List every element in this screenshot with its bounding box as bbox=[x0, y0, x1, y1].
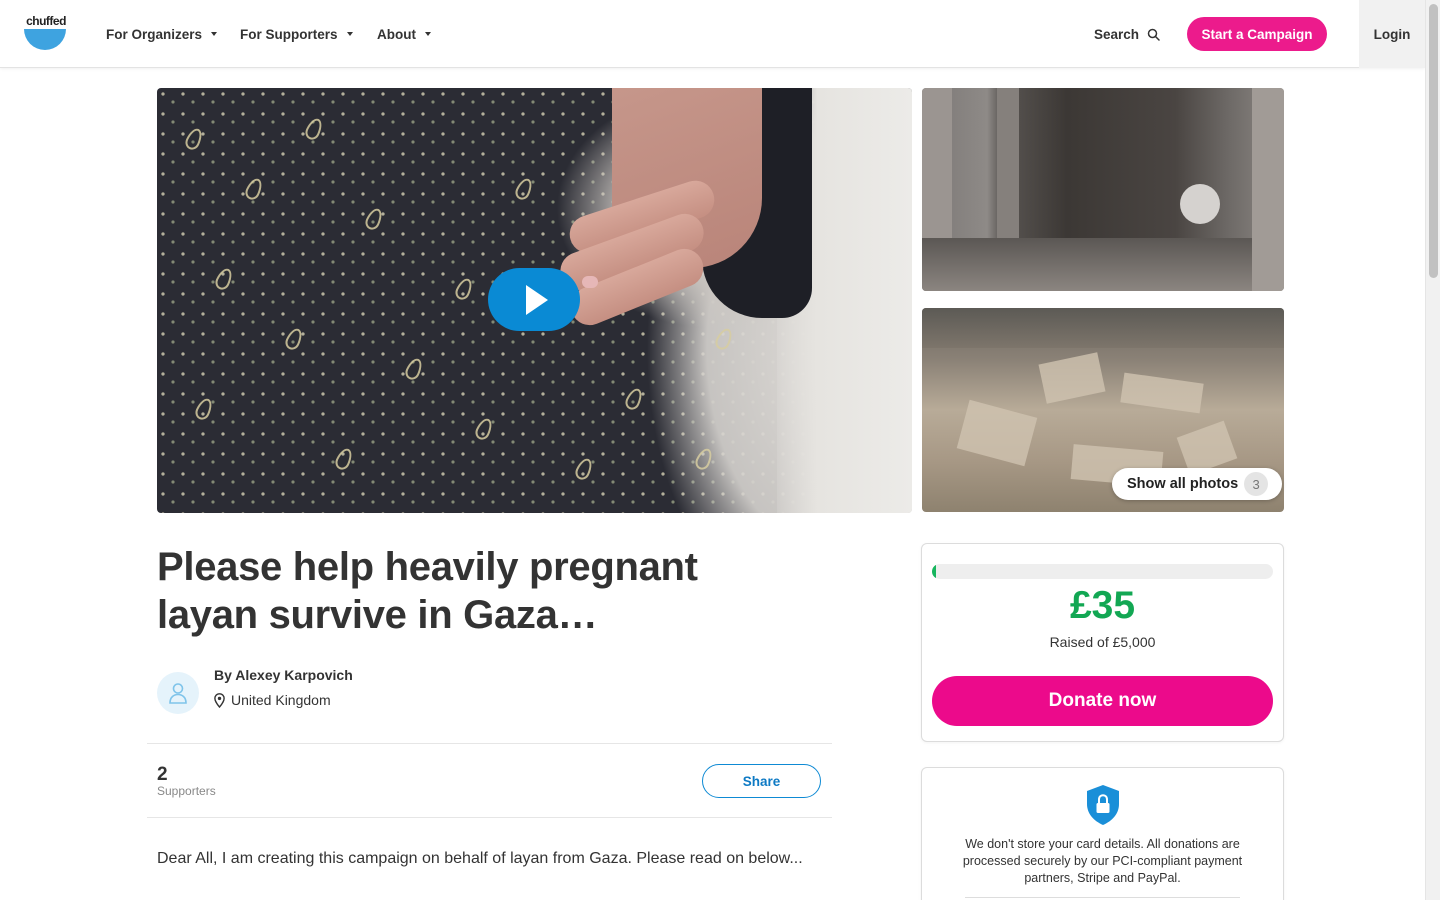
play-icon bbox=[526, 284, 548, 315]
play-video-button[interactable] bbox=[488, 268, 580, 331]
paisley-motif bbox=[453, 276, 475, 302]
nav-label: For Supporters bbox=[240, 26, 338, 42]
paisley-motif bbox=[333, 446, 355, 472]
paisley-motif bbox=[183, 126, 205, 152]
paisley-motif bbox=[473, 416, 495, 442]
security-card: We don't store your card details. All do… bbox=[921, 767, 1284, 900]
photo-count-badge: 3 bbox=[1244, 472, 1269, 496]
organizer-name[interactable]: By Alexey Karpovich bbox=[214, 667, 353, 683]
rubble-block bbox=[956, 399, 1038, 467]
supporters-count: 2 bbox=[157, 764, 168, 785]
search-label: Search bbox=[1094, 26, 1140, 42]
show-all-photos-button[interactable]: Show all photos 3 bbox=[1112, 468, 1283, 500]
organizer-avatar[interactable] bbox=[157, 672, 199, 714]
logo-bowl-icon bbox=[24, 29, 66, 50]
campaign-video-thumbnail[interactable] bbox=[157, 88, 912, 513]
satellite-dish bbox=[1180, 184, 1220, 224]
security-text: We don't store your card details. All do… bbox=[962, 837, 1243, 885]
amount-raised: £35 bbox=[1069, 584, 1136, 627]
paisley-motif bbox=[243, 176, 265, 202]
site-header: chuffed For Organizers For Supporters Ab… bbox=[0, 0, 1425, 68]
caret-down-icon bbox=[211, 32, 218, 36]
goal-text: Raised of £5,000 bbox=[1049, 634, 1156, 650]
hand-image bbox=[552, 88, 812, 388]
map-pin-icon bbox=[214, 692, 225, 708]
nav-for-organizers[interactable]: For Organizers bbox=[106, 0, 218, 68]
paisley-motif bbox=[403, 356, 425, 382]
gallery-photo-2[interactable] bbox=[922, 88, 1284, 291]
rubble-block bbox=[1038, 352, 1106, 404]
caret-down-icon bbox=[346, 32, 353, 36]
scrollbar-thumb[interactable] bbox=[1429, 4, 1438, 278]
nav-label: For Organizers bbox=[106, 26, 203, 42]
search-icon bbox=[1147, 28, 1160, 41]
debris bbox=[922, 238, 1284, 291]
progress-fill bbox=[932, 564, 937, 579]
paisley-motif bbox=[623, 386, 645, 412]
start-campaign-button[interactable]: Start a Campaign bbox=[1187, 17, 1327, 51]
paisley-motif bbox=[573, 456, 595, 482]
nav-label: About bbox=[377, 26, 416, 42]
divider bbox=[965, 897, 1240, 898]
logo-text: chuffed bbox=[26, 14, 66, 28]
campaign-description: Dear All, I am creating this campaign on… bbox=[157, 850, 803, 867]
show-all-label: Show all photos bbox=[1127, 476, 1239, 492]
collapsed-roof bbox=[922, 308, 1284, 348]
donate-now-button[interactable]: Donate now bbox=[932, 676, 1273, 726]
nav-for-supporters[interactable]: For Supporters bbox=[240, 0, 353, 68]
share-button[interactable]: Share bbox=[702, 764, 821, 798]
login-button[interactable]: Login bbox=[1359, 0, 1425, 68]
nav-about[interactable]: About bbox=[377, 0, 431, 68]
paisley-motif bbox=[213, 266, 235, 292]
paisley-motif bbox=[513, 176, 535, 202]
shield-lock-icon bbox=[1087, 785, 1119, 825]
user-icon bbox=[169, 683, 187, 704]
paisley-motif bbox=[193, 396, 215, 422]
page-scrollbar[interactable] bbox=[1425, 0, 1440, 900]
supporters-bar: 2 Supporters Share bbox=[147, 743, 832, 818]
paisley-motif bbox=[283, 326, 305, 352]
pillar bbox=[1252, 88, 1284, 291]
paisley-motif bbox=[693, 446, 715, 472]
paisley-motif bbox=[303, 116, 325, 142]
paisley-motif bbox=[363, 206, 385, 232]
fingernail bbox=[582, 276, 598, 288]
chuffed-logo[interactable]: chuffed bbox=[24, 14, 68, 54]
search-button[interactable]: Search bbox=[1094, 0, 1160, 68]
funding-progress-bar bbox=[932, 564, 1273, 579]
campaign-title: Please help heavily pregnant layan survi… bbox=[157, 545, 698, 637]
campaign-location: United Kingdom bbox=[214, 692, 331, 708]
rubble-block bbox=[1120, 372, 1204, 414]
caret-down-icon bbox=[424, 32, 431, 36]
donation-card: £35 Raised of £5,000 Donate now bbox=[921, 543, 1284, 742]
location-text: United Kingdom bbox=[231, 692, 331, 708]
supporters-label: Supporters bbox=[157, 784, 216, 798]
